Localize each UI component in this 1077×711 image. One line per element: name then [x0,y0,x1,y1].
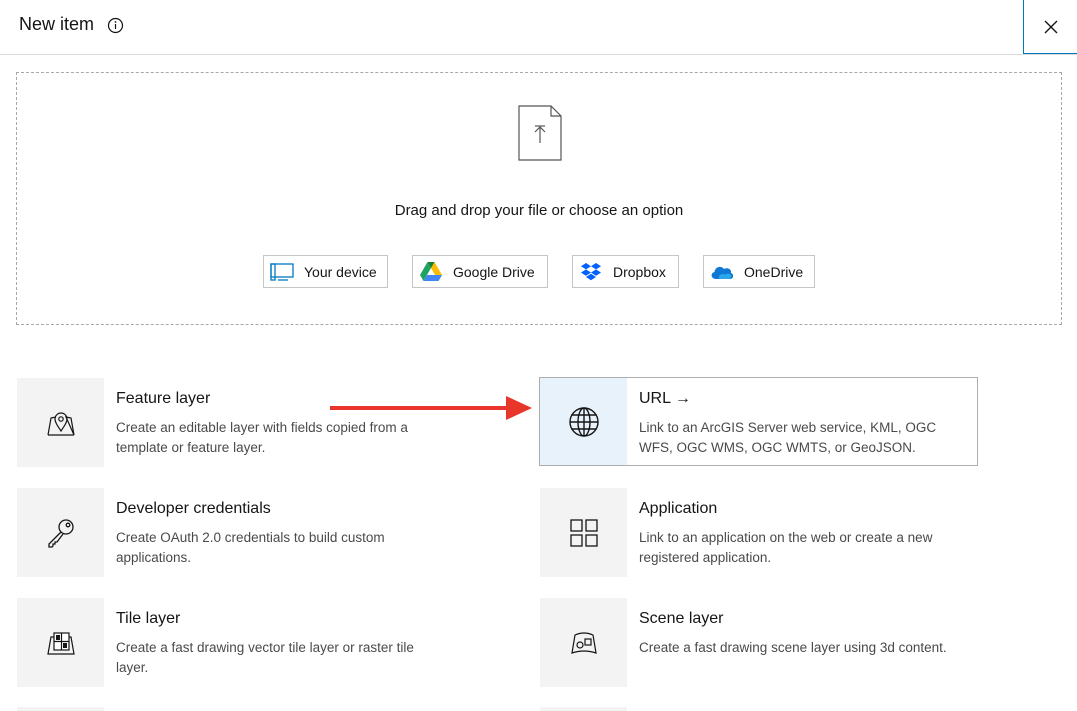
card-description: Link to an application on the web or cre… [639,530,933,565]
file-dropzone[interactable]: Drag and drop your file or choose an opt… [16,72,1062,325]
card-title: Scene layer [639,610,724,627]
card-description: Link to an ArcGIS Server web service, KM… [639,420,937,455]
dropbox-icon [579,262,603,282]
developer-credentials-card[interactable]: Developer credentials Create OAuth 2.0 c… [17,488,456,577]
info-icon[interactable] [107,17,124,34]
onedrive-icon [710,262,734,282]
onedrive-button[interactable]: OneDrive [703,255,815,288]
google-drive-button[interactable]: Google Drive [412,255,548,288]
key-icon [47,518,74,548]
globe-icon [568,406,599,437]
next-card-partial [17,707,104,711]
scene-layer-icon [570,631,597,654]
scene-layer-card[interactable]: Scene layer Create a fast drawing scene … [540,598,979,687]
card-description: Create a fast drawing scene layer using … [639,640,947,655]
google-drive-icon [419,262,443,282]
your-device-button[interactable]: Your device [263,255,388,288]
grid-icon [569,518,598,547]
your-device-label: Your device [304,263,377,280]
card-title: Tile layer [116,610,181,627]
device-icon [270,262,294,282]
card-title: Application [639,500,718,517]
scene-layer-icon-box [540,598,627,687]
dialog-header: New item [0,0,1077,55]
developer-credentials-icon-box [17,488,104,577]
card-title: URL → [639,390,691,407]
url-icon-box [540,378,627,465]
map-pin-icon [46,411,75,436]
google-drive-label: Google Drive [453,263,535,280]
dropbox-label: Dropbox [613,263,666,280]
card-description: Create a fast drawing vector tile layer … [116,640,414,675]
feature-layer-card[interactable]: Feature layer Create an editable layer w… [17,378,456,467]
application-icon-box [540,488,627,577]
card-description: Create an editable layer with fields cop… [116,420,408,455]
upload-file-icon [518,105,562,161]
dropzone-instruction: Drag and drop your file or choose an opt… [394,202,684,219]
dialog-title: New item [19,14,95,34]
card-title: Developer credentials [116,500,271,517]
close-icon [1044,20,1057,33]
card-description: Create OAuth 2.0 credentials to build cu… [116,530,385,565]
feature-layer-icon-box [17,378,104,467]
annotation-arrow-icon [330,396,532,420]
application-card[interactable]: Application Link to an application on th… [540,488,979,577]
next-card-partial [540,707,627,711]
close-button[interactable] [1023,0,1077,54]
tile-layer-card[interactable]: Tile layer Create a fast drawing vector … [17,598,456,687]
url-card[interactable]: URL → Link to an ArcGIS Server web servi… [539,377,978,466]
tile-layer-icon-box [17,598,104,687]
dropbox-button[interactable]: Dropbox [572,255,679,288]
tile-layer-icon [46,631,75,655]
onedrive-label: OneDrive [744,263,804,280]
card-title: Feature layer [116,390,211,407]
